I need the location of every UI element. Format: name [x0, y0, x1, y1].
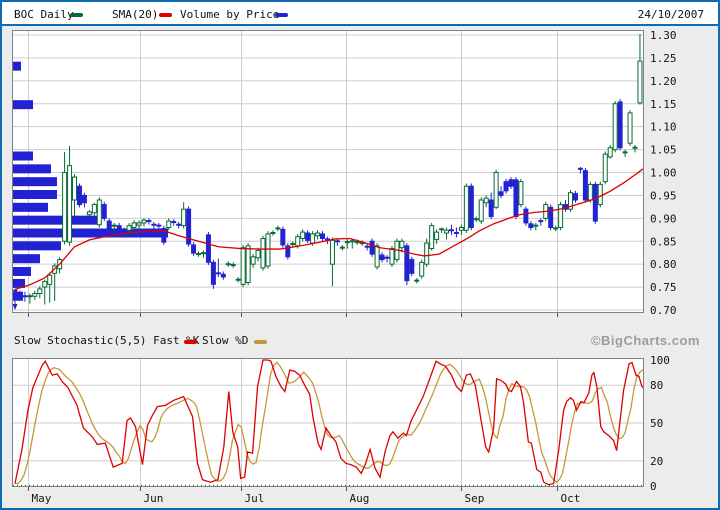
bigcharts-chart: BOC Daily SMA(20) Volume by Price 24/10/…	[0, 0, 720, 510]
month-label: Sep	[465, 492, 485, 505]
month-label: Aug	[350, 492, 370, 505]
header-divider	[2, 24, 718, 26]
chart-canvas: May Jun Jul Aug Sep Oct 1.30 1.25 1.20 1.15 1.10 1.…	[0, 0, 720, 510]
price-tick-label: 1.15	[650, 98, 677, 111]
stochastic-tick-label: 80	[650, 379, 663, 392]
legend-label-symbol: BOC Daily	[14, 8, 74, 21]
price-tick-label: 1.20	[650, 75, 677, 88]
price-tick-label: 0.90	[650, 212, 677, 225]
legend-swatch-volume-by-price	[275, 13, 288, 17]
stochastic-tick-label: 0	[650, 480, 657, 493]
price-tick-label: 0.80	[650, 258, 677, 271]
legend-swatch-sma	[159, 13, 172, 17]
price-tick-label: 0.85	[650, 235, 677, 248]
price-tick-label: 1.05	[650, 144, 677, 157]
stochastic-tick-label: 50	[650, 417, 663, 430]
legend-label-sma: SMA(20)	[112, 8, 158, 21]
month-label: Oct	[561, 492, 581, 505]
month-label: May	[32, 492, 52, 505]
month-label: Jun	[144, 492, 164, 505]
price-tick-label: 1.30	[650, 29, 677, 42]
stochastic-legend: Slow Stochastic(5,5) Fast %K Slow %D ©Bi…	[2, 331, 718, 351]
month-label: Jul	[245, 492, 265, 505]
legend-swatch-symbol	[70, 13, 83, 17]
chart-date: 24/10/2007	[638, 8, 704, 21]
legend-label-slow-d: Slow %D	[202, 334, 248, 347]
main-legend: BOC Daily SMA(20) Volume by Price 24/10/…	[2, 2, 718, 24]
price-tick-label: 0.95	[650, 189, 677, 202]
price-tick-label: 1.00	[650, 167, 677, 180]
bigcharts-watermark: ©BigCharts.com	[591, 333, 700, 348]
legend-label-fast-k: Slow Stochastic(5,5) Fast %K	[14, 334, 199, 347]
price-tick-label: 0.70	[650, 304, 677, 317]
legend-label-volume-by-price: Volume by Price	[180, 8, 279, 21]
price-tick-label: 1.10	[650, 121, 677, 134]
stochastic-tick-label: 100	[650, 354, 670, 367]
legend-swatch-fast-k	[184, 340, 197, 344]
price-tick-label: 1.25	[650, 52, 677, 65]
stochastic-tick-label: 20	[650, 455, 663, 468]
legend-swatch-slow-d	[254, 340, 267, 344]
price-tick-label: 0.75	[650, 281, 677, 294]
